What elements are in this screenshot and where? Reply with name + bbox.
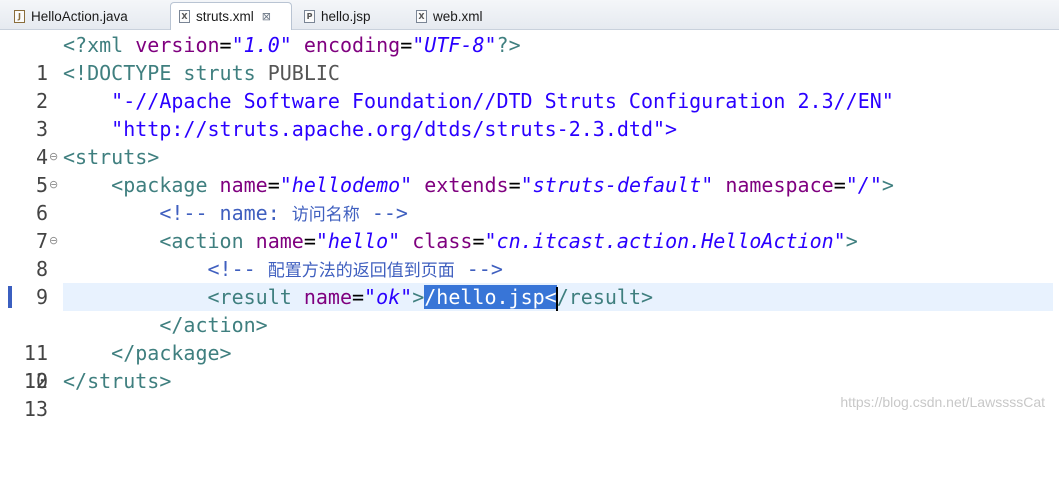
code-line: 7 <!-- name: 访问名称 --> bbox=[0, 199, 1059, 253]
tab-label: struts.xml bbox=[196, 9, 254, 24]
code-line: 8 ⊖ <action name="hello" class="cn.itcas… bbox=[0, 227, 1059, 281]
code-text[interactable]: <!-- 配置方法的返回值到页面 --> bbox=[63, 255, 502, 285]
code-line: 6 ⊖ <package name="hellodemo" extends="s… bbox=[0, 171, 1059, 225]
editor-tab-bar: J HelloAction.java X struts.xml ⊠ P hell… bbox=[0, 0, 1059, 30]
code-line: 1 <?xml version="1.0" encoding="UTF-8"?> bbox=[0, 31, 1059, 85]
code-line: 12 </package> bbox=[0, 339, 1059, 393]
code-line-current: 10 <result name="ok">/hello.jsp</result> bbox=[0, 283, 1059, 393]
tab-helloaction-java[interactable]: J HelloAction.java bbox=[6, 3, 166, 29]
selected-text[interactable]: /hello.jsp< bbox=[424, 285, 557, 309]
tab-label: HelloAction.java bbox=[31, 8, 128, 24]
tab-web-xml[interactable]: X web.xml bbox=[408, 3, 508, 29]
code-text[interactable]: <package name="hellodemo" extends="strut… bbox=[63, 171, 894, 199]
current-line-marker bbox=[8, 286, 12, 308]
code-line: 4 "http://struts.apache.org/dtds/struts-… bbox=[0, 115, 1059, 169]
line-number: 13 bbox=[23, 397, 48, 421]
code-line: 11 </action> bbox=[0, 311, 1059, 365]
code-text[interactable]: <?xml version="1.0" encoding="UTF-8"?> bbox=[63, 31, 521, 59]
code-line: 5 ⊖ <struts> bbox=[0, 143, 1059, 197]
xml-file-icon: X bbox=[416, 9, 427, 23]
code-text[interactable]: </action> bbox=[63, 311, 267, 339]
code-text[interactable]: <action name="hello" class="cn.itcast.ac… bbox=[63, 227, 857, 255]
tab-hello-jsp[interactable]: P hello.jsp bbox=[296, 3, 396, 29]
java-file-icon: J bbox=[14, 9, 25, 23]
fold-toggle-icon[interactable]: ⊖ bbox=[49, 227, 58, 255]
code-text[interactable]: <!DOCTYPE struts PUBLIC bbox=[63, 59, 340, 87]
close-tab-icon[interactable]: ⊠ bbox=[262, 10, 271, 23]
code-line: 13 </struts> bbox=[0, 367, 1059, 421]
fold-toggle-icon[interactable]: ⊖ bbox=[49, 143, 58, 171]
code-text[interactable]: "http://struts.apache.org/dtds/struts-2.… bbox=[63, 115, 677, 143]
fold-toggle-icon[interactable]: ⊖ bbox=[49, 171, 58, 199]
code-line: 2 <!DOCTYPE struts PUBLIC bbox=[0, 59, 1059, 113]
code-text[interactable]: </package> bbox=[63, 339, 231, 367]
code-line: 9 <!-- 配置方法的返回值到页面 --> bbox=[0, 255, 1059, 309]
code-line: 3 "-//Apache Software Foundation//DTD St… bbox=[0, 87, 1059, 141]
code-text[interactable]: </struts> bbox=[63, 367, 171, 395]
tab-label: hello.jsp bbox=[321, 8, 371, 24]
code-text[interactable]: <result name="ok">/hello.jsp</result> bbox=[63, 283, 653, 311]
code-text[interactable]: "-//Apache Software Foundation//DTD Stru… bbox=[63, 87, 894, 115]
jsp-file-icon: P bbox=[304, 9, 315, 23]
xml-file-icon: X bbox=[179, 10, 190, 23]
code-text[interactable]: <struts> bbox=[63, 143, 159, 171]
code-text[interactable]: <!-- name: 访问名称 --> bbox=[63, 199, 408, 229]
tab-label: web.xml bbox=[433, 8, 483, 24]
tab-struts-xml[interactable]: X struts.xml ⊠ bbox=[170, 2, 292, 30]
xml-editor[interactable]: 1 <?xml version="1.0" encoding="UTF-8"?>… bbox=[0, 31, 1059, 421]
watermark: https://blog.csdn.net/LawssssCat bbox=[840, 394, 1045, 410]
